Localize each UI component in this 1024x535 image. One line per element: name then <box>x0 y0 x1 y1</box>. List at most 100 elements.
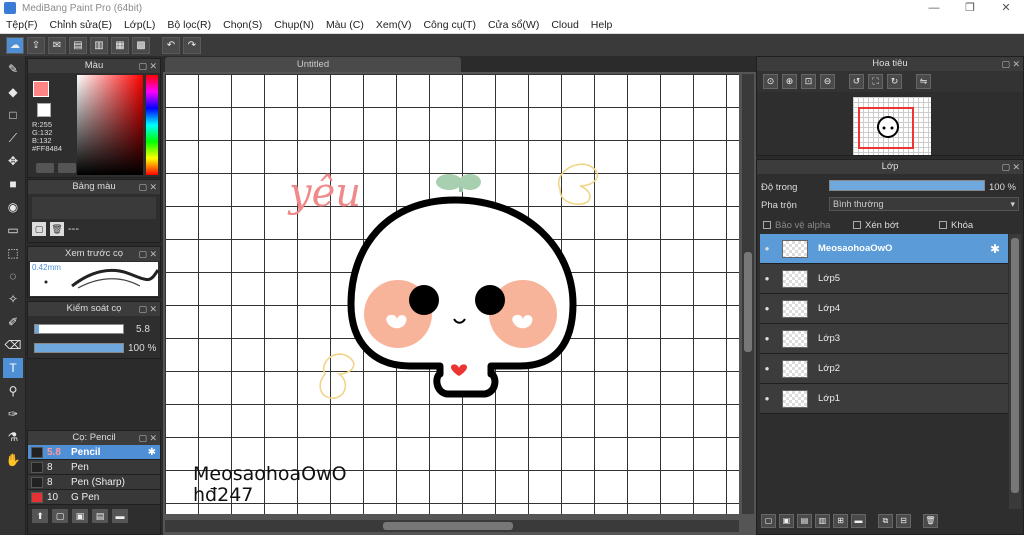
visibility-icon[interactable]: ● <box>760 394 774 403</box>
fit-screen-icon[interactable]: ⛶ <box>868 74 883 89</box>
menu-snap[interactable]: Chụp(N) <box>268 19 320 31</box>
add-brush-icon[interactable]: ⬆ <box>32 509 48 523</box>
visibility-icon[interactable]: ● <box>760 364 774 373</box>
hand-icon[interactable]: ✋ <box>3 450 23 470</box>
eraser-icon[interactable]: ◆ <box>3 82 23 102</box>
folder-icon[interactable]: ▬ <box>851 514 866 528</box>
close-button[interactable]: ✕ <box>988 0 1024 16</box>
new-8bit-layer-icon[interactable]: ▤ <box>797 514 812 528</box>
layer-opacity-slider[interactable] <box>829 180 985 191</box>
scroll-thumb[interactable] <box>383 522 513 530</box>
pen-icon[interactable]: ⟋ <box>3 128 23 148</box>
dropper-icon[interactable]: ⚗ <box>3 427 23 447</box>
canvas-vertical-scrollbar[interactable] <box>742 74 754 514</box>
rectangle-icon[interactable]: □ <box>3 105 23 125</box>
delete-layer-icon[interactable]: 🗑 <box>923 514 938 528</box>
lasso-icon[interactable]: ◌ <box>3 266 23 286</box>
new-halftone-layer-icon[interactable]: ▣ <box>779 514 794 528</box>
page-icon[interactable]: ▥ <box>90 36 108 54</box>
saturation-value-picker[interactable] <box>77 75 143 175</box>
layer-item[interactable]: ● Lớp4 <box>760 294 1008 324</box>
brush-item-pencil[interactable]: 5.8 Pencil ✱ <box>28 445 160 460</box>
tab-untitled[interactable]: Untitled <box>165 57 461 72</box>
brush-item-pen-sharp[interactable]: 8 Pen (Sharp) <box>28 475 160 490</box>
minimize-button[interactable]: — <box>916 0 952 16</box>
zoom-fit-icon[interactable]: ⊙ <box>763 74 778 89</box>
menu-cloud[interactable]: Cloud <box>545 19 584 31</box>
undo-icon[interactable]: ↶ <box>162 36 180 54</box>
bucket-icon[interactable]: ◉ <box>3 197 23 217</box>
drawing-canvas[interactable]: yêu MeosaohoaOwO hđ247 <box>165 74 739 514</box>
page-manage-icon[interactable]: ▦ <box>111 36 129 54</box>
new-brush-icon[interactable]: ▢ <box>52 509 68 523</box>
panel-buttons[interactable]: ▢ ✕ <box>1001 57 1020 71</box>
rotate-right-icon[interactable]: ↻ <box>887 74 902 89</box>
add-layer-menu-icon[interactable]: ⊞ <box>833 514 848 528</box>
layer-item[interactable]: ● Lớp3 <box>760 324 1008 354</box>
layer-list-scrollbar[interactable] <box>1009 234 1021 509</box>
duplicate-layer-icon[interactable]: ⧉ <box>878 514 893 528</box>
share-icon[interactable]: ⇪ <box>27 36 45 54</box>
navigator-thumbnail[interactable] <box>853 97 931 155</box>
menu-view[interactable]: Xem(V) <box>370 19 418 31</box>
menu-window[interactable]: Cửa sổ(W) <box>482 19 545 31</box>
foreground-color-swatch[interactable] <box>33 81 49 97</box>
panel-buttons[interactable]: ▢ ✕ <box>138 247 157 261</box>
panel-buttons[interactable]: ▢ ✕ <box>138 180 157 194</box>
palette-area[interactable] <box>32 197 156 219</box>
visibility-icon[interactable]: ● <box>760 334 774 343</box>
gear-icon[interactable]: ✱ <box>990 242 1008 256</box>
eyedropper-icon[interactable]: ✑ <box>3 404 23 424</box>
select-pen-icon[interactable]: ✐ <box>3 312 23 332</box>
protect-alpha-checkbox[interactable]: Bảo vệ alpha <box>763 220 830 231</box>
select-eraser-icon[interactable]: ⌫ <box>3 335 23 355</box>
visibility-icon[interactable]: ● <box>760 304 774 313</box>
background-color-swatch[interactable] <box>37 103 51 117</box>
visibility-icon[interactable]: ● <box>760 244 774 253</box>
new-palette-icon[interactable]: ▢ <box>32 222 46 236</box>
select-rect-icon[interactable]: ⬚ <box>3 243 23 263</box>
panel-buttons[interactable]: ▢ ✕ <box>138 302 157 316</box>
delete-palette-icon[interactable]: 🗑 <box>50 222 64 236</box>
layer-item[interactable]: ● Lớp2 <box>760 354 1008 384</box>
menu-help[interactable]: Help <box>585 19 619 31</box>
redo-icon[interactable]: ↷ <box>183 36 201 54</box>
new-layer-icon[interactable]: ▢ <box>761 514 776 528</box>
menu-layer[interactable]: Lớp(L) <box>118 19 161 31</box>
scroll-thumb[interactable] <box>1011 238 1019 493</box>
message-icon[interactable]: ▤ <box>69 36 87 54</box>
merge-layer-icon[interactable]: ⊟ <box>896 514 911 528</box>
grid-icon[interactable]: ▩ <box>132 36 150 54</box>
maximize-button[interactable]: ❐ <box>952 0 988 16</box>
panel-buttons[interactable]: ▢ ✕ <box>1001 160 1020 174</box>
visibility-icon[interactable]: ● <box>760 274 774 283</box>
operation-icon[interactable]: ⚲ <box>3 381 23 401</box>
menu-file[interactable]: Tệp(F) <box>0 19 44 31</box>
blend-mode-select[interactable]: Bình thường ▾ <box>829 197 1019 211</box>
brush-item-pen[interactable]: 8 Pen <box>28 460 160 475</box>
move-icon[interactable]: ✥ <box>3 151 23 171</box>
gear-icon[interactable]: ✱ <box>148 447 156 458</box>
folder-icon[interactable]: ▬ <box>112 509 128 523</box>
canvas-horizontal-scrollbar[interactable] <box>165 520 739 532</box>
zoom-actual-icon[interactable]: ⊡ <box>801 74 816 89</box>
menu-filter[interactable]: Bộ lọc(R) <box>161 19 217 31</box>
clipping-checkbox[interactable]: Xén bớt <box>853 220 899 231</box>
color-mode-button[interactable] <box>36 163 54 173</box>
zoom-in-icon[interactable]: ⊕ <box>782 74 797 89</box>
hue-slider[interactable] <box>146 75 158 175</box>
comment-icon[interactable]: ✉ <box>48 36 66 54</box>
panel-buttons[interactable]: ▢ ✕ <box>138 431 157 445</box>
brush-size-slider[interactable] <box>34 324 124 334</box>
menu-tools[interactable]: Công cụ(T) <box>417 19 482 31</box>
brush-item-g-pen[interactable]: 10 G Pen <box>28 490 160 505</box>
flip-icon[interactable]: ⇋ <box>916 74 931 89</box>
brush-settings-icon[interactable]: ▣ <box>72 509 88 523</box>
magic-wand-icon[interactable]: ✧ <box>3 289 23 309</box>
copy-brush-icon[interactable]: ▤ <box>92 509 108 523</box>
text-icon[interactable]: T <box>3 358 23 378</box>
panel-buttons[interactable]: ▢ ✕ <box>138 59 157 73</box>
lock-checkbox[interactable]: Khóa <box>939 220 973 231</box>
layer-item[interactable]: ● Lớp5 <box>760 264 1008 294</box>
new-1bit-layer-icon[interactable]: ▥ <box>815 514 830 528</box>
